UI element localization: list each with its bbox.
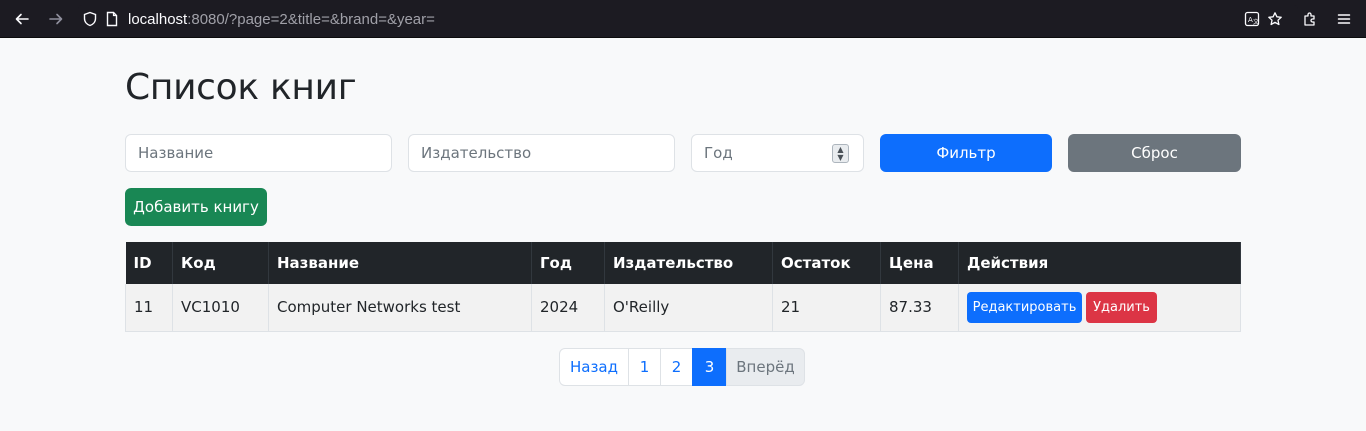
- cell-stock: 21: [772, 284, 881, 332]
- column-header-id: ID: [125, 242, 173, 284]
- bookmark-star-icon[interactable]: [1261, 6, 1289, 32]
- url-bar[interactable]: localhost:8080/?page=2&title=&brand=&yea…: [78, 5, 1298, 33]
- cell-price: 87.33: [880, 284, 959, 332]
- column-header-stock: Остаток: [772, 242, 881, 284]
- shield-icon[interactable]: [82, 11, 98, 27]
- pagination: Назад 1 2 3 Вперёд: [559, 348, 805, 386]
- url-path: :8080/?page=2&title=&brand=&year=: [187, 10, 435, 28]
- pagination-page-3[interactable]: 3: [692, 348, 727, 386]
- browser-toolbar: localhost:8080/?page=2&title=&brand=&yea…: [0, 0, 1366, 38]
- cell-name: Computer Networks test: [268, 284, 532, 332]
- title-filter-input[interactable]: [125, 134, 392, 172]
- url-text[interactable]: localhost:8080/?page=2&title=&brand=&yea…: [128, 11, 435, 28]
- column-header-name: Название: [268, 242, 532, 284]
- pagination-next: Вперёд: [726, 348, 805, 386]
- pagination-prev[interactable]: Назад: [559, 348, 629, 386]
- cell-year: 2024: [531, 284, 605, 332]
- table-row: 11 VC1010 Computer Networks test 2024 O'…: [125, 284, 1241, 332]
- url-host: localhost: [128, 10, 188, 28]
- menu-icon[interactable]: [1330, 6, 1358, 32]
- page-title: Список книг: [125, 67, 357, 108]
- svg-text:文: 文: [1253, 18, 1259, 26]
- books-table: ID Код Название Год Издательство Остаток…: [125, 242, 1241, 332]
- spin-down-icon[interactable]: ▼: [837, 153, 843, 162]
- reset-button[interactable]: Сброс: [1068, 134, 1241, 172]
- pagination-page-1[interactable]: 1: [628, 348, 661, 386]
- column-header-publisher: Издательство: [604, 242, 773, 284]
- column-header-year: Год: [531, 242, 605, 284]
- column-header-code: Код: [172, 242, 269, 284]
- filter-button[interactable]: Фильтр: [880, 134, 1052, 172]
- column-header-actions: Действия: [958, 242, 1241, 284]
- column-header-price: Цена: [880, 242, 959, 284]
- delete-button[interactable]: Удалить: [1086, 292, 1157, 323]
- page-icon[interactable]: [104, 11, 120, 27]
- cell-publisher: O'Reilly: [604, 284, 773, 332]
- year-spinner[interactable]: ▲ ▼: [832, 144, 849, 163]
- table-header-row: ID Код Название Год Издательство Остаток…: [125, 242, 1241, 284]
- forward-icon[interactable]: [42, 6, 70, 32]
- cell-code: VC1010: [172, 284, 269, 332]
- back-icon[interactable]: [8, 6, 36, 32]
- publisher-filter-input[interactable]: [408, 134, 675, 172]
- pagination-page-2[interactable]: 2: [660, 348, 693, 386]
- add-book-button[interactable]: Добавить книгу: [125, 188, 267, 226]
- page-content: Список книг ▲ ▼ Фильтр Сброс Добавить кн…: [0, 38, 1366, 431]
- cell-id: 11: [125, 284, 173, 332]
- cell-actions: Редактировать Удалить: [958, 284, 1241, 332]
- extensions-icon[interactable]: [1296, 6, 1324, 32]
- edit-button[interactable]: Редактировать: [967, 292, 1082, 323]
